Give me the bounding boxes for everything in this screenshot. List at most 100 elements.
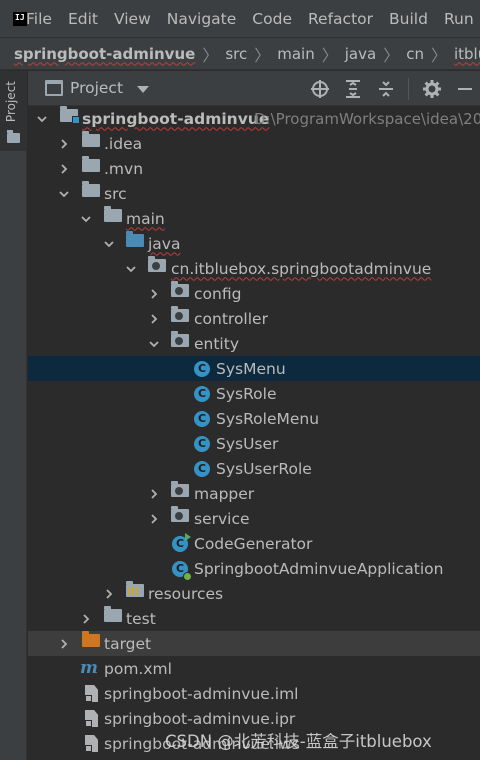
tree-row-codegenerator[interactable]: C CodeGenerator	[28, 531, 480, 556]
tree-row-mapper[interactable]: mapper	[28, 481, 480, 506]
folder-icon[interactable]	[7, 130, 20, 143]
locate-crosshair-icon[interactable]	[309, 78, 331, 100]
chevron-right-icon[interactable]	[80, 613, 92, 625]
collapse-all-icon[interactable]	[375, 78, 397, 100]
breadcrumb-item-src[interactable]: src	[225, 45, 247, 63]
dropdown-arrow-icon[interactable]	[137, 85, 150, 93]
excluded-folder-icon	[82, 631, 100, 647]
chevron-right-icon[interactable]	[148, 313, 160, 325]
menu-view[interactable]: View	[106, 10, 159, 28]
package-icon	[171, 306, 189, 322]
tree-label-entity: entity	[194, 334, 239, 353]
breadcrumb-item-main[interactable]: main	[277, 45, 314, 63]
breadcrumb-item-itbluebox[interactable]: itbluebox	[454, 45, 480, 63]
tree-label-service: service	[194, 509, 250, 528]
tree-row-pom[interactable]: m pom.xml	[28, 656, 480, 681]
tree-label-application: SpringbootAdminvueApplication	[194, 559, 444, 578]
tree-label-class: SysRoleMenu	[216, 409, 320, 428]
breadcrumb-item-cn[interactable]: cn	[406, 45, 424, 63]
chevron-down-icon[interactable]	[58, 188, 70, 200]
breadcrumb-item-project[interactable]: springboot-adminvue	[14, 45, 195, 63]
chevron-right-icon: 〉	[202, 45, 219, 65]
tree-row-resources[interactable]: resources	[28, 581, 480, 606]
gear-icon[interactable]	[421, 78, 443, 100]
left-tool-strip: Project	[0, 71, 27, 760]
tree-row-src[interactable]: src	[28, 181, 480, 206]
chevron-right-icon[interactable]	[148, 288, 160, 300]
tree-row-root[interactable]: springboot-adminvue D:\ProgramWorkspace\…	[28, 106, 480, 131]
tree-row-iml[interactable]: springboot-adminvue.iml	[28, 681, 480, 706]
tree-row-package[interactable]: cn.itbluebox.springbootadminvue	[28, 256, 480, 281]
spring-boot-class-icon: C	[172, 560, 192, 581]
panel-title[interactable]: Project	[70, 79, 123, 97]
folder-icon	[82, 181, 100, 197]
chevron-down-icon[interactable]	[80, 213, 92, 225]
source-folder-icon	[126, 231, 144, 247]
chevron-right-icon[interactable]	[148, 513, 160, 525]
tree-row-class-sysmenu[interactable]: C SysMenu	[28, 356, 480, 381]
chevron-down-icon[interactable]	[148, 338, 160, 350]
chevron-right-icon[interactable]	[58, 638, 70, 650]
tree-label-mapper: mapper	[194, 484, 255, 503]
tree-label-pom: pom.xml	[104, 659, 172, 678]
module-folder-icon	[60, 106, 80, 124]
project-tree: springboot-adminvue D:\ProgramWorkspace\…	[28, 106, 480, 760]
tree-row-main[interactable]: main	[28, 206, 480, 231]
breadcrumb-item-java[interactable]: java	[345, 45, 376, 63]
folder-icon	[104, 206, 122, 222]
watermark-text: CSDN @北芳科技-蓝盒子itbluebox	[165, 732, 432, 751]
menu-refactor[interactable]: Refactor	[300, 10, 381, 28]
hide-panel-icon[interactable]	[454, 78, 476, 100]
tree-row-mvn[interactable]: .mvn	[28, 156, 480, 181]
tree-row-application[interactable]: C SpringbootAdminvueApplication	[28, 556, 480, 581]
package-icon	[148, 256, 166, 272]
project-view-icon	[45, 80, 63, 96]
tree-row-config[interactable]: config	[28, 281, 480, 306]
chevron-right-icon: 〉	[321, 45, 338, 65]
tree-label-codegenerator: CodeGenerator	[194, 534, 313, 553]
tree-label-class: SysRole	[216, 384, 277, 403]
chevron-down-icon[interactable]	[103, 238, 115, 250]
menu-build[interactable]: Build	[381, 10, 436, 28]
project-tool-label: Project	[4, 81, 18, 123]
tree-row-class-sysrole[interactable]: C SysRole	[28, 381, 480, 406]
tree-label-main: main	[126, 209, 165, 228]
folder-icon	[104, 606, 122, 622]
tree-label-java: java	[148, 234, 181, 253]
tree-label-root: springboot-adminvue	[82, 109, 270, 128]
tree-row-class-sysuser[interactable]: C SysUser	[28, 431, 480, 456]
folder-icon	[82, 156, 100, 172]
chevron-right-icon: 〉	[383, 45, 400, 65]
chevron-right-icon: 〉	[430, 45, 447, 65]
menu-bar: IJ File Edit View Navigate Code Refactor…	[0, 0, 480, 37]
tree-row-test[interactable]: test	[28, 606, 480, 631]
tree-row-controller[interactable]: controller	[28, 306, 480, 331]
chevron-down-icon[interactable]	[125, 263, 137, 275]
menu-navigate[interactable]: Navigate	[159, 10, 245, 28]
chevron-right-icon[interactable]	[148, 488, 160, 500]
tree-row-java[interactable]: java	[28, 231, 480, 256]
runnable-class-icon: C	[172, 532, 191, 552]
expand-all-icon[interactable]	[342, 78, 364, 100]
menu-code[interactable]: Code	[244, 10, 300, 28]
class-icon: C	[194, 410, 210, 427]
tree-label-idea: .idea	[104, 134, 143, 153]
header-divider	[408, 77, 409, 100]
chevron-down-icon[interactable]	[36, 113, 48, 125]
chevron-right-icon[interactable]	[103, 588, 115, 600]
tree-row-class-sysuserrole[interactable]: C SysUserRole	[28, 456, 480, 481]
resources-folder-icon	[126, 581, 144, 597]
project-panel-header: Project	[28, 71, 480, 106]
chevron-right-icon[interactable]	[58, 138, 70, 150]
package-icon	[171, 281, 189, 297]
tree-row-entity[interactable]: entity	[28, 331, 480, 356]
tree-row-target[interactable]: target	[28, 631, 480, 656]
tree-row-idea[interactable]: .idea	[28, 131, 480, 156]
menu-run[interactable]: Run	[436, 10, 480, 28]
menu-edit[interactable]: Edit	[60, 10, 106, 28]
class-icon: C	[194, 460, 210, 477]
class-icon: C	[194, 435, 210, 452]
tree-row-class-sysrolemenu[interactable]: C SysRoleMenu	[28, 406, 480, 431]
tree-row-service[interactable]: service	[28, 506, 480, 531]
chevron-right-icon[interactable]	[58, 163, 70, 175]
